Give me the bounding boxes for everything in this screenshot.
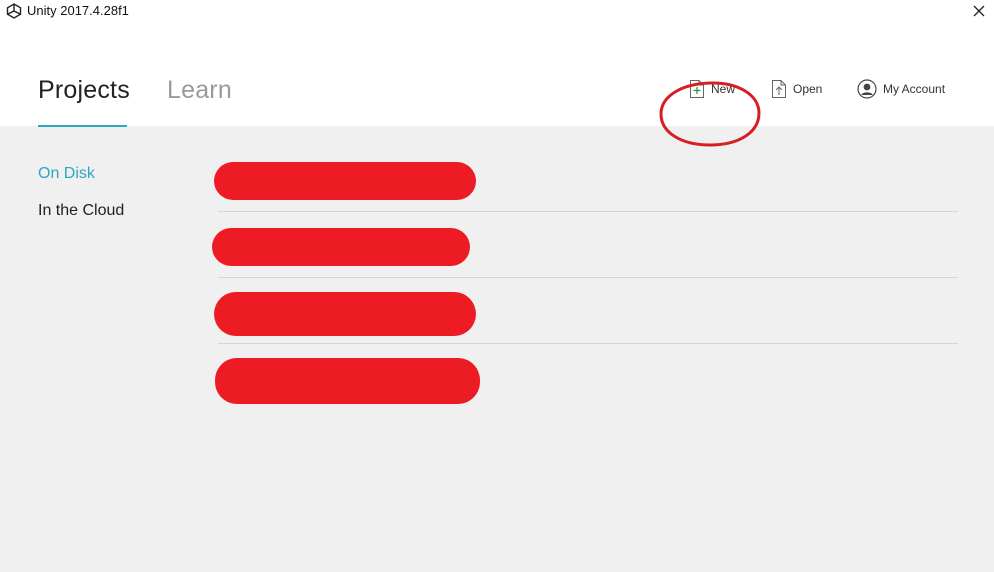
project-list (212, 146, 958, 410)
new-button-label: New (711, 82, 736, 96)
close-icon[interactable] (968, 0, 990, 22)
sidebar-item-in-the-cloud[interactable]: In the Cloud (38, 202, 124, 220)
active-tab-indicator (38, 125, 127, 127)
unity-logo-icon (6, 3, 22, 19)
my-account-button[interactable]: My Account (857, 79, 945, 99)
redacted-project-name (212, 228, 470, 266)
open-project-icon (771, 79, 787, 99)
tab-learn[interactable]: Learn (167, 76, 232, 105)
sidebar-item-on-disk[interactable]: On Disk (38, 165, 95, 183)
project-row[interactable] (215, 344, 958, 410)
unity-hub-window: Unity 2017.4.28f1 Projects Learn New Ope… (0, 0, 994, 572)
title-bar: Unity 2017.4.28f1 (0, 0, 994, 24)
new-project-icon (689, 79, 705, 99)
redacted-project-name (214, 292, 476, 336)
project-row[interactable] (212, 212, 958, 278)
tab-projects[interactable]: Projects (38, 76, 130, 105)
header: Projects Learn New Open My Account (0, 24, 994, 147)
open-project-button[interactable]: Open (771, 79, 822, 99)
project-row[interactable] (214, 146, 958, 212)
account-icon (857, 79, 877, 99)
open-button-label: Open (793, 82, 823, 96)
redacted-project-name (215, 358, 480, 404)
new-project-button[interactable]: New (689, 79, 735, 99)
redacted-project-name (214, 162, 476, 200)
window-title: Unity 2017.4.28f1 (27, 3, 129, 18)
account-button-label: My Account (883, 82, 946, 96)
project-row[interactable] (214, 278, 958, 344)
